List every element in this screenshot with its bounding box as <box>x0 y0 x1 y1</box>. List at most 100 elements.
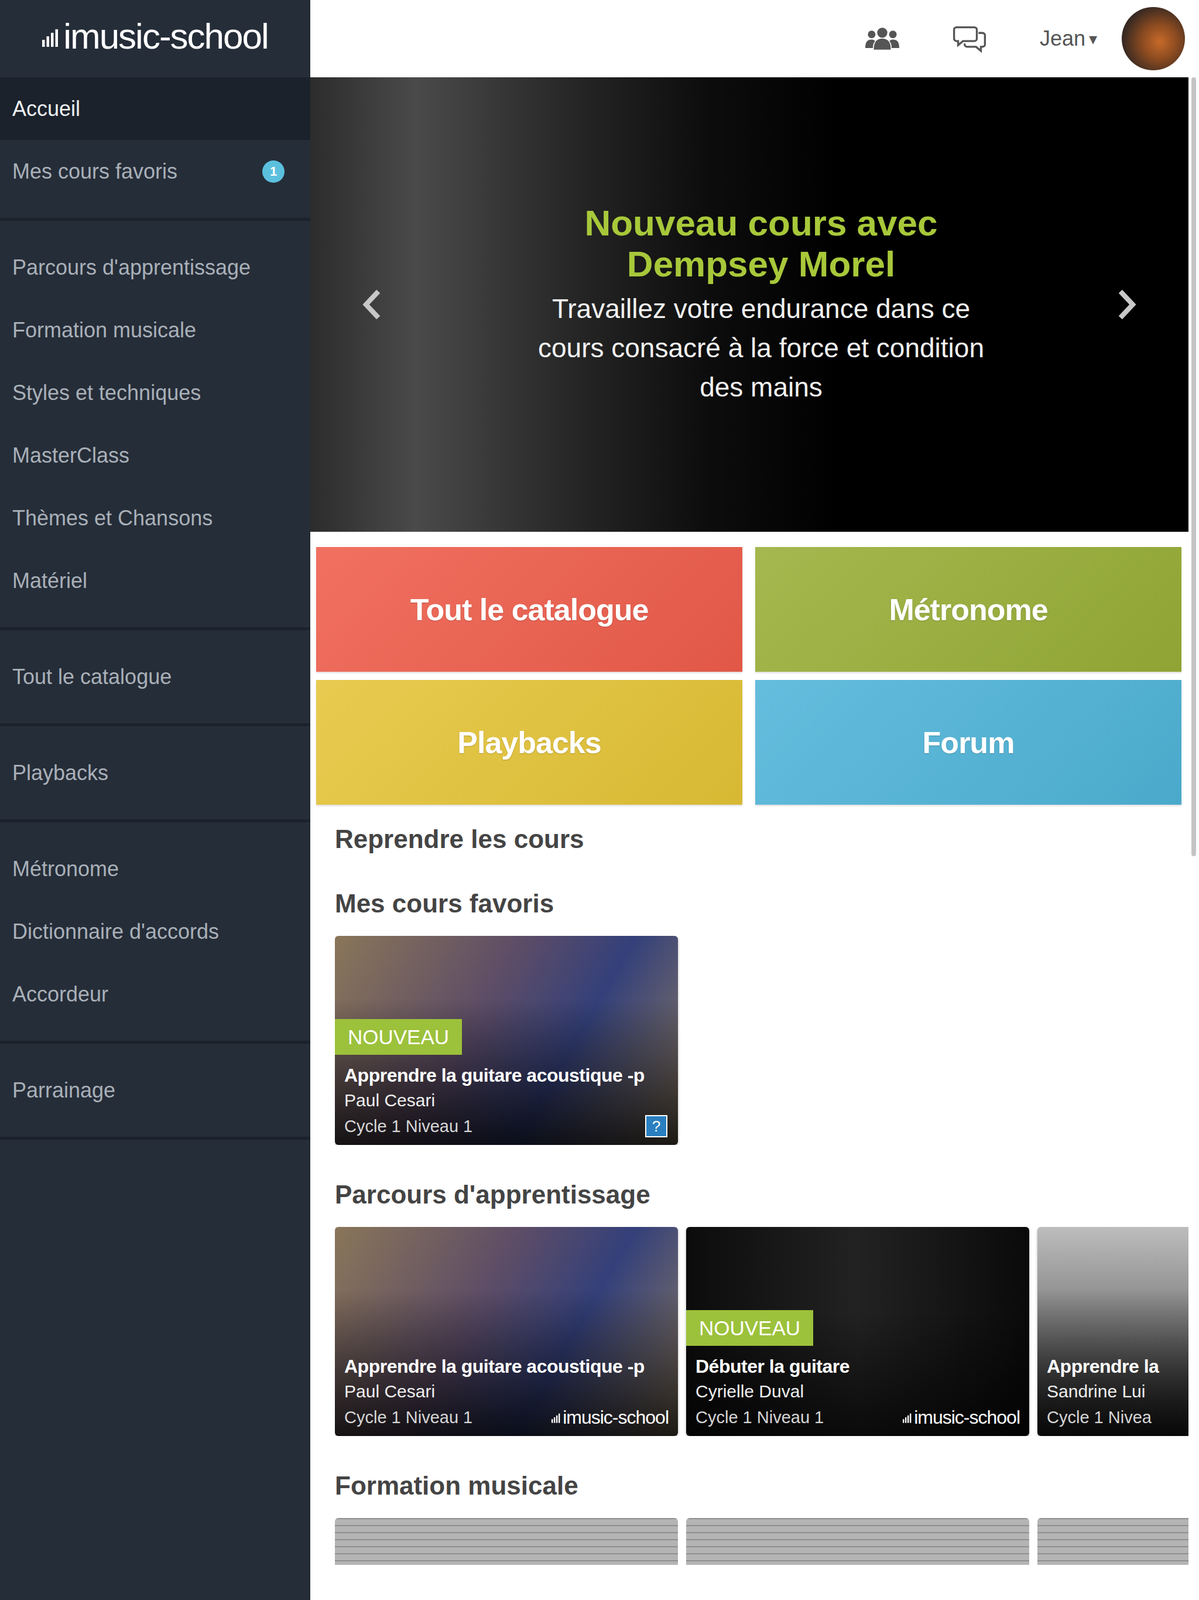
banner-subtitle: Travaillez votre endurance dans cecours … <box>405 289 1118 407</box>
user-avatar[interactable] <box>1121 7 1185 71</box>
card-text: Apprendre laSandrine Lui Cycle 1 Nivea <box>1037 1353 1189 1436</box>
tile-label: Métronome <box>888 591 1048 628</box>
sidebar-item[interactable]: Parcours d'apprentissage <box>0 235 311 299</box>
next-arrow-icon[interactable] <box>1117 288 1137 321</box>
card-title: Apprendre la <box>1046 1353 1180 1379</box>
tile-label: Forum <box>922 724 1015 760</box>
sidebar-item[interactable]: Formation musicale <box>0 298 311 362</box>
sidebar-item[interactable]: MasterClass <box>0 423 311 487</box>
sidebar-item[interactable]: Matériel <box>0 549 311 612</box>
sidebar-group: Métronome Dictionnaire d'accords Accordeur <box>0 821 311 1044</box>
sidebar-group: Parrainage <box>0 1043 311 1140</box>
new-badge: NOUVEAU <box>334 1018 462 1055</box>
sidebar-group: Tout le catalogue <box>0 629 311 726</box>
sidebar-item-label: Accordeur <box>12 981 109 1007</box>
sidebar-item[interactable]: Parrainage <box>0 1058 311 1122</box>
community-icon[interactable] <box>865 25 900 52</box>
sidebar-item-label: Thèmes et Chansons <box>12 505 213 531</box>
section-title: Mes cours favoris <box>334 888 1189 918</box>
sidebar-item[interactable]: Tout le catalogue <box>0 645 311 708</box>
shortcut-tile[interactable]: Forum <box>755 679 1182 805</box>
count-badge: 1 <box>262 160 285 183</box>
sidebar-item-label: Métronome <box>12 856 119 882</box>
card-text: Apprendre la guitare acoustique -pPaul C… <box>334 1062 678 1145</box>
course-card[interactable] <box>1037 1517 1189 1565</box>
card-footer: Cycle 1 Nivea <box>1046 1403 1180 1430</box>
card-author: Paul Cesari <box>344 1378 669 1404</box>
sidebar-item-label: Parcours d'apprentissage <box>12 255 251 280</box>
sidebar-item[interactable]: Accordeur <box>0 962 311 1026</box>
top-bar: Jean▾ <box>310 0 1199 78</box>
signal-bars-icon <box>551 1410 561 1423</box>
card-level: Cycle 1 Niveau 1 <box>344 1116 473 1136</box>
card-title: Apprendre la guitare acoustique -p <box>344 1353 669 1379</box>
sidebar-item[interactable]: Playbacks <box>0 741 311 804</box>
banner-text: Nouveau cours avecDempsey MorelTravaille… <box>381 202 1118 407</box>
main-area: Jean▾ Nouveau cours avecDempsey MorelTrav… <box>310 0 1199 1600</box>
card-row: Apprendre la guitare acoustique -pPaul C… <box>334 1226 1189 1436</box>
chat-icon[interactable] <box>953 24 986 54</box>
course-card[interactable] <box>334 1517 678 1565</box>
card-row: NOUVEAU Apprendre la guitare acoustique -… <box>334 935 1189 1145</box>
card-footer: Cycle 1 Niveau 1 imusic-school <box>344 1403 669 1430</box>
shortcut-tile[interactable]: Playbacks <box>316 679 743 805</box>
sidebar-item[interactable]: Styles et techniques <box>0 361 311 424</box>
card-level: Cycle 1 Niveau 1 <box>695 1407 824 1427</box>
page-body: Nouveau cours avecDempsey MorelTravaille… <box>310 77 1199 1600</box>
signal-bars-icon <box>902 1410 913 1423</box>
sidebar-nav: Accueil Mes cours favoris 1 Parcours d'appr… <box>0 77 311 1140</box>
course-card[interactable]: NOUVEAUDébuter la guitareCyrielle DuvalC… <box>686 1226 1030 1436</box>
sidebar-item[interactable]: Thèmes et Chansons <box>0 486 311 550</box>
sidebar-item[interactable]: Dictionnaire d'accords <box>0 899 311 963</box>
page-content: Nouveau cours avecDempsey MorelTravaille… <box>310 77 1189 1600</box>
card-footer: Cycle 1 Niveau 1 imusic-school <box>695 1403 1020 1430</box>
sidebar: imusic-schoolAccueil Mes cours favoris 1 Pa… <box>0 0 311 1600</box>
sidebar-item-label: MasterClass <box>12 443 130 468</box>
new-badge: NOUVEAU <box>686 1309 814 1346</box>
card-logo: imusic-school <box>902 1406 1020 1428</box>
course-card[interactable]: NOUVEAU Apprendre la guitare acoustique -… <box>334 935 678 1145</box>
sidebar-item-label: Tout le catalogue <box>12 664 172 690</box>
course-card[interactable] <box>686 1517 1030 1565</box>
scrollbar-thumb[interactable] <box>1191 77 1197 856</box>
card-title: Apprendre la guitare acoustique -p <box>344 1062 669 1088</box>
course-card[interactable]: Apprendre laSandrine Lui Cycle 1 Nivea <box>1037 1226 1189 1436</box>
sidebar-item-label: Mes cours favoris <box>12 159 178 184</box>
card-logo: imusic-school <box>551 1406 669 1428</box>
shortcut-tile[interactable]: Tout le catalogue <box>316 546 743 672</box>
shortcut-tile[interactable]: Métronome <box>755 546 1182 672</box>
course-card[interactable]: Apprendre la guitare acoustique -pPaul C… <box>334 1226 678 1436</box>
course-section: Reprendre les cours <box>334 824 1189 854</box>
card-author: Sandrine Lui <box>1046 1378 1180 1404</box>
shortcut-tiles: Tout le catalogue Métronome Playbacks Forum <box>310 531 1189 805</box>
course-section: Parcours d'apprentissageApprendre la gui… <box>334 1179 1189 1436</box>
card-author: Cyrielle Duval <box>695 1378 1020 1404</box>
signal-bars-icon <box>42 25 60 47</box>
card-footer: Cycle 1 Niveau 1? <box>344 1112 669 1139</box>
sidebar-item-label: Dictionnaire d'accords <box>12 919 219 944</box>
previous-arrow-icon[interactable] <box>361 288 382 321</box>
sidebar-item[interactable]: Métronome <box>0 837 311 900</box>
sidebar-item-label: Matériel <box>12 568 88 594</box>
logo[interactable]: imusic-school <box>0 0 311 78</box>
sidebar-group: Parcours d'apprentissage Formation musica… <box>0 220 311 630</box>
sidebar-item[interactable]: Mes cours favoris 1 <box>0 139 311 203</box>
tile-label: Playbacks <box>457 724 601 760</box>
card-level: Cycle 1 Nivea <box>1046 1407 1152 1427</box>
course-section: Mes cours favoris NOUVEAU Apprendre la gui… <box>334 888 1189 1145</box>
tile-label: Tout le catalogue <box>410 591 649 628</box>
help-icon[interactable]: ? <box>645 1114 668 1137</box>
course-sections: Reprendre les cours Mes cours favoris NOUV… <box>310 804 1189 1600</box>
card-row <box>334 1517 1189 1565</box>
card-text: Débuter la guitareCyrielle DuvalCycle 1 … <box>686 1353 1030 1436</box>
sidebar-group: Accueil Mes cours favoris 1 <box>0 77 311 221</box>
sidebar-item[interactable]: Accueil <box>0 77 311 140</box>
card-title: Débuter la guitare <box>695 1353 1020 1379</box>
sidebar-item-label: Formation musicale <box>12 317 197 343</box>
user-menu[interactable]: Jean▾ <box>1039 26 1098 51</box>
card-logo-text: imusic-school <box>913 1406 1020 1428</box>
card-level: Cycle 1 Niveau 1 <box>344 1407 473 1427</box>
card-text: Apprendre la guitare acoustique -pPaul C… <box>334 1353 678 1436</box>
course-section: Formation musicale <box>334 1470 1189 1565</box>
section-title: Formation musicale <box>334 1470 1189 1500</box>
